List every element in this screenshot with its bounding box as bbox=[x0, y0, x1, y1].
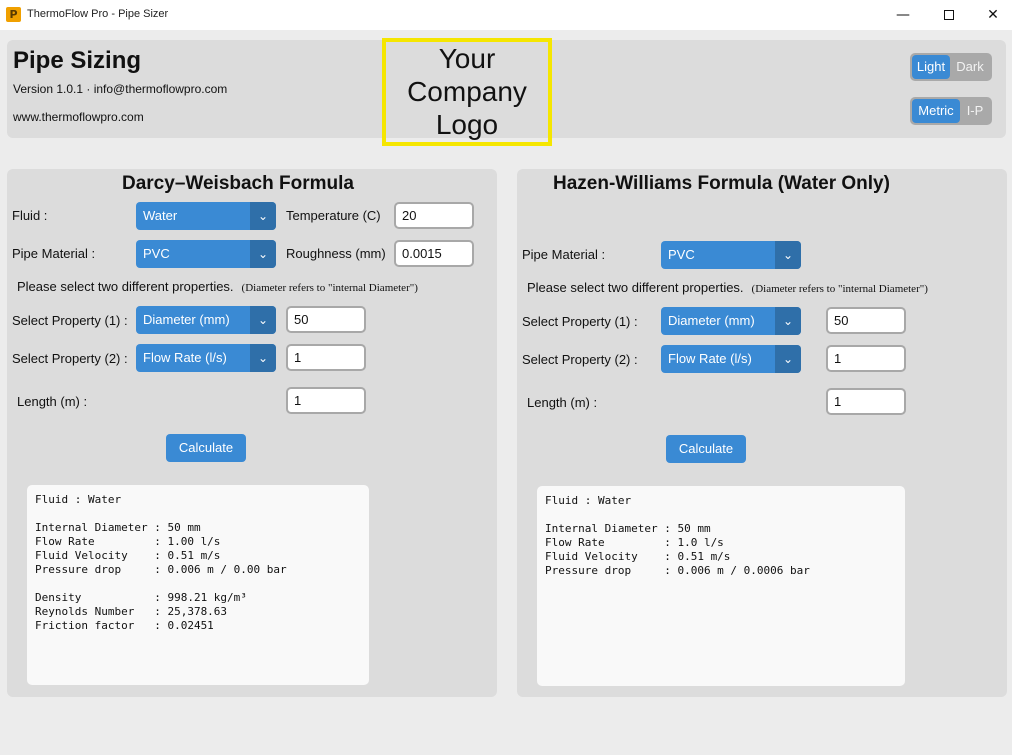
title-bar: P ThermoFlow Pro - Pipe Sizer — ✕ bbox=[0, 0, 1012, 30]
theme-toggle: Light Dark bbox=[910, 53, 992, 81]
chevron-down-icon: ⌄ bbox=[250, 344, 276, 372]
close-button[interactable]: ✕ bbox=[970, 0, 1012, 30]
results-output: Fluid : Water Internal Diameter : 50 mm … bbox=[27, 485, 369, 685]
result-line: Fluid : Water bbox=[35, 493, 122, 506]
fluid-label: Fluid : bbox=[12, 208, 48, 223]
result-line: Internal Diameter : 50 mm bbox=[35, 521, 201, 534]
header-panel: Pipe Sizing Version 1.0.1 · info@thermof… bbox=[7, 38, 1006, 146]
chevron-down-icon: ⌄ bbox=[250, 240, 276, 268]
instruction-main: Please select two different properties. bbox=[17, 279, 234, 294]
chevron-down-icon: ⌄ bbox=[775, 241, 801, 269]
roughness-input[interactable]: 0.0015 bbox=[394, 240, 474, 267]
website-link[interactable]: www.thermoflowpro.com bbox=[13, 110, 144, 124]
chevron-down-icon: ⌄ bbox=[775, 307, 801, 335]
result-line: Density : 998.21 kg/m³ bbox=[35, 591, 247, 604]
minimize-icon: — bbox=[896, 7, 910, 23]
app-icon: P bbox=[6, 7, 21, 22]
property2-dropdown[interactable]: Flow Rate (l/s) ⌄ bbox=[661, 345, 801, 373]
logo-line: Company bbox=[407, 76, 527, 107]
property2-input[interactable]: 1 bbox=[286, 344, 366, 371]
property2-input[interactable]: 1 bbox=[826, 345, 906, 372]
chevron-down-icon: ⌄ bbox=[775, 345, 801, 373]
property1-input[interactable]: 50 bbox=[826, 307, 906, 334]
pipe-material-label: Pipe Material : bbox=[522, 247, 606, 262]
maximize-icon bbox=[944, 10, 954, 20]
temperature-input[interactable]: 20 bbox=[394, 202, 474, 229]
version-info: Version 1.0.1 · info@thermoflowpro.com bbox=[13, 82, 228, 96]
result-line: Reynolds Number : 25,378.63 bbox=[35, 605, 228, 618]
property1-value: Diameter (mm) bbox=[143, 312, 230, 327]
minimize-button[interactable]: — bbox=[880, 0, 926, 30]
instruction-text: Please select two different properties. (… bbox=[17, 279, 418, 294]
hazen-williams-panel: Hazen-Williams Formula (Water Only) Pipe… bbox=[517, 169, 1007, 697]
calculate-button[interactable]: Calculate bbox=[666, 435, 746, 463]
instruction-note: (Diameter refers to "internal Diameter") bbox=[241, 282, 418, 294]
roughness-label: Roughness (mm) bbox=[286, 246, 386, 261]
result-line: Pressure drop : 0.006 m / 0.0006 bar bbox=[545, 564, 810, 577]
pipe-material-dropdown[interactable]: PVC ⌄ bbox=[661, 241, 801, 269]
result-line: Fluid : Water bbox=[545, 494, 632, 507]
temperature-label: Temperature (C) bbox=[286, 208, 381, 223]
property1-input[interactable]: 50 bbox=[286, 306, 366, 333]
length-input[interactable]: 1 bbox=[286, 387, 366, 414]
theme-light-option[interactable]: Light bbox=[912, 55, 950, 79]
property2-value: Flow Rate (l/s) bbox=[668, 351, 752, 366]
property2-label: Select Property (2) : bbox=[12, 351, 128, 366]
chevron-down-icon: ⌄ bbox=[250, 202, 276, 230]
maximize-button[interactable] bbox=[926, 0, 972, 30]
result-line: Flow Rate : 1.00 l/s bbox=[35, 535, 221, 548]
window-title: ThermoFlow Pro - Pipe Sizer bbox=[27, 8, 169, 20]
result-line: Fluid Velocity : 0.51 m/s bbox=[545, 550, 731, 563]
length-input[interactable]: 1 bbox=[826, 388, 906, 415]
logo-line: Your bbox=[438, 43, 496, 74]
pipe-material-value: PVC bbox=[143, 246, 170, 261]
company-logo-placeholder: Your Company Logo bbox=[382, 38, 552, 146]
instruction-text: Please select two different properties. (… bbox=[527, 280, 928, 295]
pipe-material-label: Pipe Material : bbox=[12, 246, 96, 261]
results-output: Fluid : Water Internal Diameter : 50 mm … bbox=[537, 486, 905, 686]
result-line: Friction factor : 0.02451 bbox=[35, 619, 214, 632]
unit-metric-option[interactable]: Metric bbox=[912, 99, 960, 123]
unit-toggle: Metric I-P bbox=[910, 97, 992, 125]
chevron-down-icon: ⌄ bbox=[250, 306, 276, 334]
length-label: Length (m) : bbox=[17, 394, 88, 409]
instruction-note: (Diameter refers to "internal Diameter") bbox=[751, 283, 928, 295]
property2-label: Select Property (2) : bbox=[522, 352, 638, 367]
page-title: Pipe Sizing bbox=[13, 47, 142, 74]
hazen-title: Hazen-Williams Formula (Water Only) bbox=[553, 173, 890, 194]
pipe-material-value: PVC bbox=[668, 247, 695, 262]
length-label: Length (m) : bbox=[527, 395, 598, 410]
property1-value: Diameter (mm) bbox=[668, 313, 755, 328]
result-line: Flow Rate : 1.0 l/s bbox=[545, 536, 724, 549]
property2-dropdown[interactable]: Flow Rate (l/s) ⌄ bbox=[136, 344, 276, 372]
pipe-material-dropdown[interactable]: PVC ⌄ bbox=[136, 240, 276, 268]
fluid-value: Water bbox=[143, 208, 178, 223]
result-line: Pressure drop : 0.006 m / 0.00 bar bbox=[35, 563, 287, 576]
property1-label: Select Property (1) : bbox=[12, 313, 128, 328]
close-icon: ✕ bbox=[987, 7, 999, 23]
property1-dropdown[interactable]: Diameter (mm) ⌄ bbox=[661, 307, 801, 335]
instruction-main: Please select two different properties. bbox=[527, 280, 744, 295]
fluid-dropdown[interactable]: Water ⌄ bbox=[136, 202, 276, 230]
theme-dark-option[interactable]: Dark bbox=[950, 55, 990, 79]
property2-value: Flow Rate (l/s) bbox=[143, 350, 227, 365]
result-line: Fluid Velocity : 0.51 m/s bbox=[35, 549, 221, 562]
property1-label: Select Property (1) : bbox=[522, 314, 638, 329]
property1-dropdown[interactable]: Diameter (mm) ⌄ bbox=[136, 306, 276, 334]
darcy-title: Darcy–Weisbach Formula bbox=[122, 173, 354, 194]
darcy-weisbach-panel: Darcy–Weisbach Formula Fluid : Water ⌄ T… bbox=[7, 169, 497, 697]
logo-line: Logo bbox=[435, 109, 499, 140]
unit-ip-option[interactable]: I-P bbox=[960, 99, 990, 123]
calculate-button[interactable]: Calculate bbox=[166, 434, 246, 462]
result-line: Internal Diameter : 50 mm bbox=[545, 522, 711, 535]
